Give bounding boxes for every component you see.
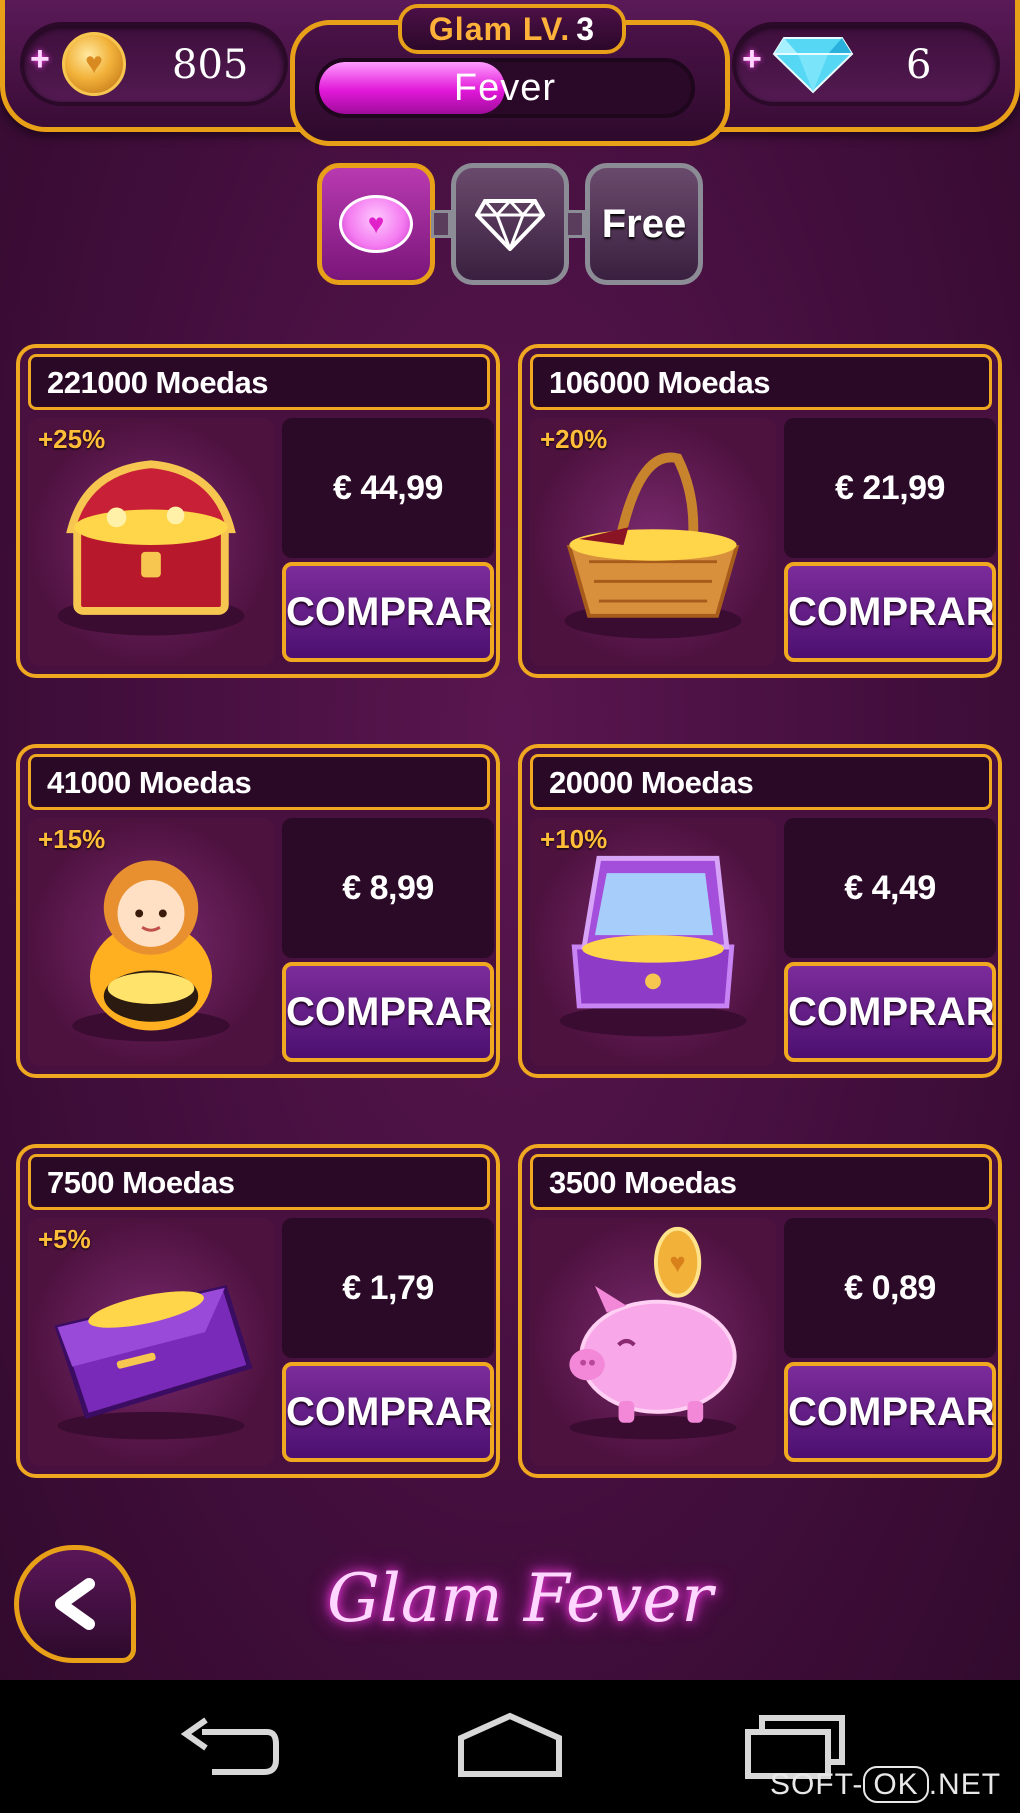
back-button[interactable] [14,1545,136,1663]
offer-header: 106000 Moedas [530,354,992,410]
offer-title: 41000 Moedas [47,765,252,800]
offer-price-box: € 44,99 [282,418,494,558]
offer-title: 3500 Moedas [549,1165,737,1200]
diamond-icon [772,37,854,94]
diamond-outline-icon [475,199,545,251]
offer-card: 41000 Moedas +15% € 8,99 COMPRAR [16,744,500,1078]
offer-title: 7500 Moedas [47,1165,235,1200]
offer-card: 106000 Moedas +20% € 21,99 COMPRAR [518,344,1002,678]
tab-coins[interactable]: ♥ [317,163,435,285]
offer-card: 3500 Moedas ♥ € 0,89 COMPRAR [518,1144,1002,1478]
add-coins-icon[interactable]: + [30,40,50,79]
offer-header: 3500 Moedas [530,1154,992,1210]
tab-free-label: Free [601,201,687,246]
buy-button[interactable]: COMPRAR [784,1362,996,1462]
offer-price-box: € 21,99 [784,418,996,558]
offer-title: 106000 Moedas [549,365,770,400]
coin-icon: ♥ [62,32,126,96]
gems-counter[interactable]: + 6 [732,22,1000,106]
buy-button[interactable]: COMPRAR [282,962,494,1062]
buy-button[interactable]: COMPRAR [784,562,996,662]
offer-image: +25% [28,418,274,666]
coins-counter[interactable]: + ♥ 805 [20,22,288,106]
basket-icon [564,452,742,639]
offer-price-box: € 1,79 [282,1218,494,1358]
doll-icon [72,860,230,1042]
offer-image: ♥ [530,1218,776,1466]
offer-header: 7500 Moedas [28,1154,490,1210]
offer-bonus-badge: +25% [38,424,106,454]
tab-connector [565,210,585,238]
svg-text:♥: ♥ [669,1247,685,1278]
back-arrow-icon [55,1578,95,1630]
level-label: Glam LV. [428,11,571,47]
offer-header: 20000 Moedas [530,754,992,810]
offer-bonus-badge: +5% [38,1224,91,1254]
heart-coin-icon: ♥ [339,195,413,253]
buy-button[interactable]: COMPRAR [784,962,996,1062]
glam-fever-logo: Glam Fever [327,1560,713,1637]
offer-bonus-badge: +15% [38,824,106,854]
level-title: Glam LV. 3 [398,4,626,54]
offer-image: +15% [28,818,274,1066]
offer-title: 20000 Moedas [549,765,754,800]
tab-gems[interactable] [451,163,569,285]
offer-card: 221000 Moedas +25% € 44,99 COMPRAR [16,344,500,678]
offer-card: 7500 Moedas +5% € 1,79 COMPRAR [16,1144,500,1478]
offer-image: +10% [530,818,776,1066]
jewelry-box-icon [559,855,747,1037]
tab-free[interactable]: Free [585,163,703,285]
offer-price: € 1,79 [342,1269,434,1307]
buy-button[interactable]: COMPRAR [282,562,494,662]
buy-button[interactable]: COMPRAR [282,1362,494,1462]
tab-connector [431,210,451,238]
level-value: 3 [576,11,596,47]
add-gems-icon[interactable]: + [742,40,762,79]
offer-title: 221000 Moedas [47,365,268,400]
offer-price: € 4,49 [844,869,936,907]
offer-price: € 21,99 [835,469,945,507]
watermark: SOFT- OK .NET [770,1766,1002,1803]
nav-home-icon[interactable] [455,1712,565,1782]
offer-price-box: € 0,89 [784,1218,996,1358]
fever-progress-bar: Fever [315,58,695,118]
piggy-bank-icon: ♥ [569,1226,737,1440]
offer-image: +20% [530,418,776,666]
offer-bonus-badge: +10% [540,824,608,854]
purse-icon [54,1284,253,1440]
offer-card: 20000 Moedas +10% € 4,49 COMPRAR [518,744,1002,1078]
offer-price-box: € 4,49 [784,818,996,958]
offer-price-box: € 8,99 [282,818,494,958]
offer-bonus-badge: +20% [540,424,608,454]
offer-header: 221000 Moedas [28,354,490,410]
offer-price: € 8,99 [342,869,434,907]
offer-image: +5% [28,1218,274,1466]
nav-back-icon[interactable] [172,1712,282,1782]
offer-header: 41000 Moedas [28,754,490,810]
offer-price: € 0,89 [844,1269,936,1307]
gems-value: 6 [906,42,932,88]
treasure-chest-icon [57,460,245,636]
coins-value: 805 [172,42,249,88]
offer-price: € 44,99 [333,469,443,507]
fever-progress-label: Fever [453,67,557,109]
